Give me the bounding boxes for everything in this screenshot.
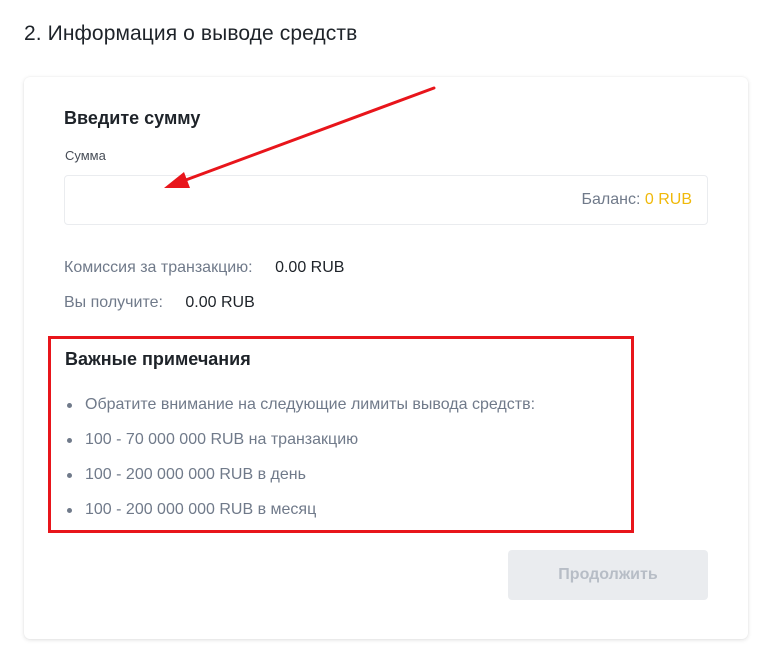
notes-heading: Важные примечания xyxy=(65,349,251,369)
amount-field[interactable]: Баланс: 0 RUB xyxy=(64,175,708,225)
important-notes-box: Важные примечания Обратите внимание на с… xyxy=(48,336,634,533)
page: 2. Информация о выводе средств Введите с… xyxy=(0,0,775,657)
withdrawal-card: Введите сумму Сумма Баланс: 0 RUB Комисс… xyxy=(24,77,748,639)
notes-list: Обратите внимание на следующие лимиты вы… xyxy=(65,394,535,534)
section-title: 2. Информация о выводе средств xyxy=(24,22,358,45)
continue-button[interactable]: Продолжить xyxy=(508,550,708,600)
fee-row: Комиссия за транзакцию: 0.00 RUB xyxy=(64,259,344,277)
receive-label: Вы получите: xyxy=(64,294,163,311)
receive-value: 0.00 RUB xyxy=(185,294,255,311)
amount-heading: Введите сумму xyxy=(64,108,201,128)
fee-label: Комиссия за транзакцию: xyxy=(64,259,253,276)
balance-value: 0 RUB xyxy=(644,191,692,208)
balance-display: Баланс: 0 RUB xyxy=(582,191,693,209)
fee-value: 0.00 RUB xyxy=(275,259,345,276)
amount-input[interactable] xyxy=(65,176,545,224)
list-item: Обратите внимание на следующие лимиты вы… xyxy=(65,394,535,429)
amount-label: Сумма xyxy=(65,148,106,163)
receive-row: Вы получите: 0.00 RUB xyxy=(64,294,255,312)
list-item: 100 - 70 000 000 RUB на транзакцию xyxy=(65,429,535,464)
balance-label: Баланс: xyxy=(581,191,641,208)
list-item: 100 - 200 000 000 RUB в месяц xyxy=(65,499,535,534)
list-item: 100 - 200 000 000 RUB в день xyxy=(65,464,535,499)
